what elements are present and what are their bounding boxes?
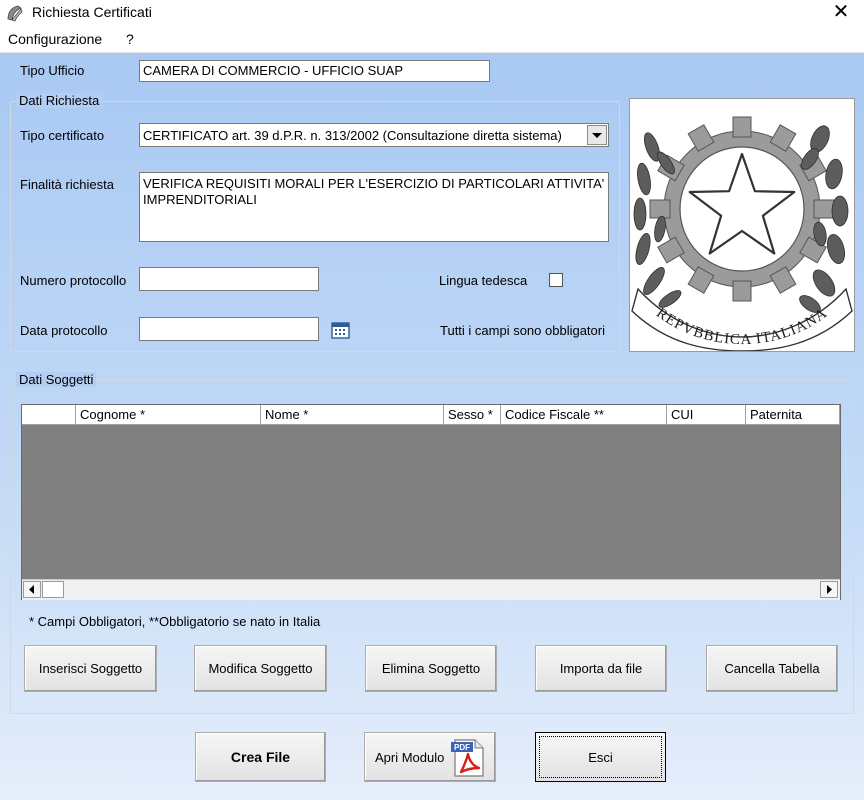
apri-modulo-button[interactable]: Apri Modulo PDF — [364, 732, 496, 782]
campi-obbligatori-note: * Campi Obbligatori, **Obbligatorio se n… — [29, 614, 321, 629]
apri-modulo-label[interactable]: Apri Modulo — [375, 750, 444, 765]
calendar-icon[interactable] — [331, 321, 350, 339]
cancella-tabella-button[interactable]: Cancella Tabella — [706, 645, 838, 692]
numero-protocollo-input[interactable] — [139, 267, 319, 291]
importa-da-file-button[interactable]: Importa da file — [535, 645, 667, 692]
modifica-soggetto-button[interactable]: Modifica Soggetto — [194, 645, 327, 692]
obbligatori-note: Tutti i campi sono obbligatori — [440, 323, 605, 338]
chevron-down-icon[interactable] — [588, 126, 606, 144]
app-emblem-icon — [7, 5, 23, 22]
column-header-selector[interactable] — [22, 405, 76, 425]
menu-help[interactable]: ? — [126, 31, 134, 47]
tipo-ufficio-label: Tipo Ufficio — [20, 63, 85, 78]
tipo-certificato-label: Tipo certificato — [20, 128, 105, 143]
emblem-panel: REPVBBLICA ITALIANA — [629, 98, 855, 352]
menu-configurazione[interactable]: Configurazione — [8, 31, 102, 47]
scroll-right-button[interactable] — [820, 581, 838, 598]
column-header-cognome[interactable]: Cognome * — [76, 405, 261, 425]
arrow-right-icon[interactable] — [821, 582, 837, 597]
arrow-left-icon[interactable] — [24, 582, 40, 597]
finalita-textarea[interactable]: VERIFICA REQUISITI MORALI PER L'ESERCIZI… — [139, 172, 609, 242]
repubblica-emblem-icon: REPVBBLICA ITALIANA — [631, 116, 853, 352]
column-header-paternita[interactable]: Paternita — [746, 405, 840, 425]
numero-protocollo-label: Numero protocollo — [20, 273, 127, 288]
lingua-tedesca-checkbox[interactable] — [549, 273, 563, 287]
main-form: Tipo Ufficio CAMERA DI COMMERCIO - UFFIC… — [0, 53, 864, 800]
close-icon[interactable]: ✕ — [833, 0, 850, 23]
close-button[interactable]: ✕ — [826, 0, 856, 24]
column-header-codice-fiscale[interactable]: Codice Fiscale ** — [501, 405, 667, 425]
esci-button[interactable]: Esci — [535, 732, 666, 782]
pdf-file-icon[interactable]: PDF — [451, 738, 485, 778]
svg-text:PDF: PDF — [454, 743, 470, 752]
crea-file-button[interactable]: Crea File — [195, 732, 326, 782]
tipo-certificato-value: CERTIFICATO art. 39 d.P.R. n. 313/2002 (… — [143, 128, 562, 143]
data-protocollo-label: Data protocollo — [20, 323, 108, 338]
window-title: Richiesta Certificati — [32, 4, 152, 20]
menu-bar: Configurazione ? — [0, 26, 864, 53]
inserisci-soggetto-button[interactable]: Inserisci Soggetto — [24, 645, 157, 692]
dropdown-button[interactable] — [587, 125, 607, 145]
tipo-ufficio-field[interactable]: CAMERA DI COMMERCIO - UFFICIO SUAP — [139, 60, 490, 82]
dati-soggetti-title: Dati Soggetti — [16, 372, 97, 387]
scroll-thumb[interactable] — [42, 581, 64, 598]
tipo-certificato-select[interactable]: CERTIFICATO art. 39 d.P.R. n. 313/2002 (… — [139, 123, 609, 147]
focus-rectangle — [539, 736, 662, 778]
soggetti-table[interactable]: Cognome * Nome * Sesso * Codice Fiscale … — [21, 404, 841, 600]
finalita-label: Finalità richiesta — [20, 177, 114, 192]
data-protocollo-input[interactable] — [139, 317, 319, 341]
dati-richiesta-title: Dati Richiesta — [16, 93, 103, 108]
column-header-sesso[interactable]: Sesso * — [444, 405, 501, 425]
title-bar: Richiesta Certificati ✕ — [0, 0, 864, 26]
elimina-soggetto-button[interactable]: Elimina Soggetto — [365, 645, 497, 692]
column-header-cui[interactable]: CUI — [667, 405, 746, 425]
scroll-left-button[interactable] — [23, 581, 41, 598]
lingua-tedesca-label: Lingua tedesca — [439, 273, 528, 288]
horizontal-scrollbar[interactable] — [22, 579, 840, 600]
column-header-nome[interactable]: Nome * — [261, 405, 444, 425]
